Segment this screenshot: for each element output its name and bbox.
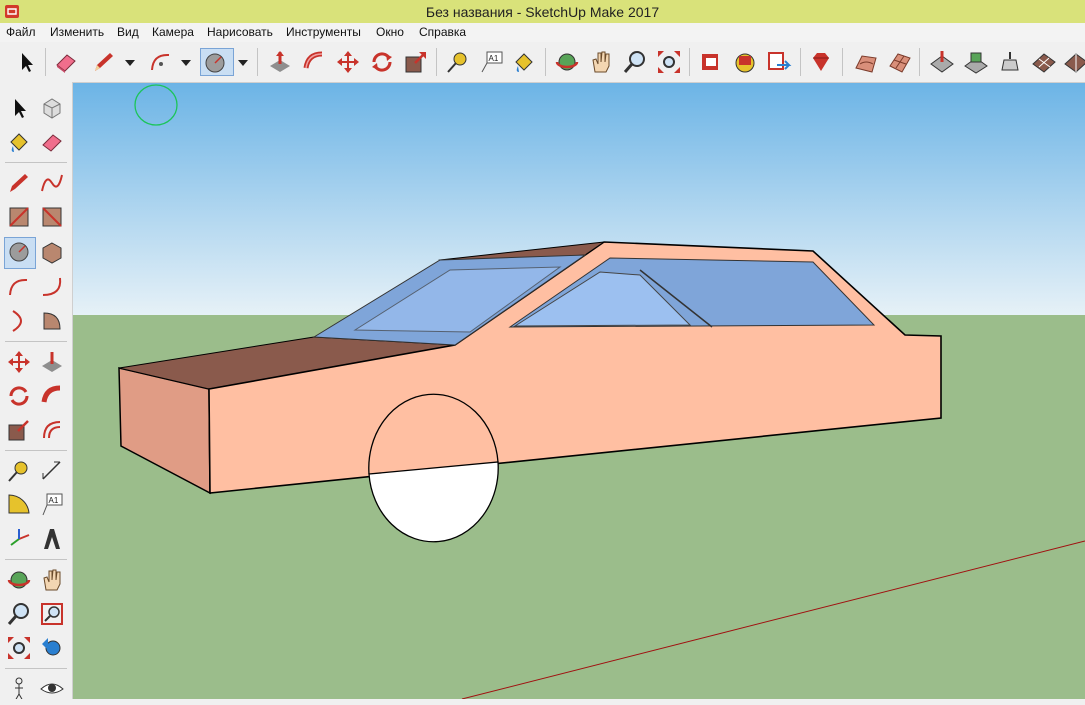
toolbar-separator <box>919 48 920 76</box>
eraser-icon[interactable] <box>52 48 80 76</box>
large-tool-set: A1 <box>0 82 73 705</box>
paint-bucket-icon[interactable] <box>510 48 538 76</box>
zoom-extents-icon[interactable] <box>5 634 33 662</box>
rotated-rectangle-icon[interactable] <box>38 203 66 231</box>
zoom-icon[interactable] <box>5 600 33 628</box>
menu-help[interactable]: Справка <box>419 25 466 39</box>
circle-dropdown-icon[interactable] <box>238 60 248 66</box>
drawing-area[interactable] <box>73 83 1085 699</box>
drape-icon[interactable] <box>996 48 1024 76</box>
pie-icon[interactable] <box>38 307 66 335</box>
arc-dropdown-icon[interactable] <box>181 60 191 66</box>
eraser-icon[interactable] <box>38 128 66 156</box>
scale-icon[interactable] <box>402 48 430 76</box>
send-to-layout-icon[interactable] <box>765 48 793 76</box>
zoom-icon[interactable] <box>621 48 649 76</box>
arc-icon[interactable] <box>5 273 33 301</box>
circle-icon[interactable] <box>4 237 36 269</box>
text-tool-label: A1 <box>489 54 499 63</box>
pan-icon[interactable] <box>587 48 615 76</box>
push-pull-icon[interactable] <box>266 48 294 76</box>
text-icon[interactable]: A1 <box>478 48 506 76</box>
title-bar: Без названия - SketchUp Make 2017 <box>0 0 1085 23</box>
scale-icon[interactable] <box>5 416 33 444</box>
menu-camera[interactable]: Камера <box>152 25 194 39</box>
text-icon[interactable]: A1 <box>38 491 66 519</box>
two-point-arc-icon[interactable] <box>38 273 66 301</box>
pencil-icon[interactable] <box>90 48 118 76</box>
smoove-icon[interactable] <box>928 48 956 76</box>
flip-edge-icon[interactable] <box>1062 48 1085 76</box>
text-tool-label: A1 <box>49 496 59 505</box>
previous-view-icon[interactable] <box>38 634 66 662</box>
move-icon[interactable] <box>334 48 362 76</box>
toolbar-separator <box>545 48 546 76</box>
follow-me-icon[interactable] <box>300 48 328 76</box>
select-icon[interactable] <box>12 48 40 76</box>
zoom-window-icon[interactable] <box>38 600 66 628</box>
push-pull-icon[interactable] <box>38 348 66 376</box>
ruby-icon[interactable] <box>807 48 835 76</box>
freehand-icon[interactable] <box>38 169 66 197</box>
toolbar-separator <box>5 341 67 342</box>
axes-icon[interactable] <box>5 525 33 553</box>
zoom-extents-icon[interactable] <box>655 48 683 76</box>
tape-measure-icon[interactable] <box>5 457 33 485</box>
stamp-icon[interactable] <box>962 48 990 76</box>
orbit-icon[interactable] <box>553 48 581 76</box>
component-icon[interactable] <box>38 94 66 122</box>
menu-tools[interactable]: Инструменты <box>286 25 361 39</box>
rotate-icon[interactable] <box>368 48 396 76</box>
rotate-icon[interactable] <box>5 382 33 410</box>
toolbar-separator <box>842 48 843 76</box>
extension-warehouse-icon[interactable] <box>731 48 759 76</box>
circle-icon[interactable] <box>200 48 234 76</box>
status-bar <box>0 699 1085 705</box>
select-icon[interactable] <box>5 94 33 122</box>
paint-bucket-icon[interactable] <box>5 128 33 156</box>
pencil-dropdown-icon[interactable] <box>125 60 135 66</box>
menu-view[interactable]: Вид <box>117 25 139 39</box>
toolbar-separator <box>800 48 801 76</box>
pencil-icon[interactable] <box>5 169 33 197</box>
follow-me-icon[interactable] <box>38 382 66 410</box>
menu-file[interactable]: Файл <box>6 25 36 39</box>
dimension-icon[interactable] <box>38 457 66 485</box>
toolbar-separator <box>257 48 258 76</box>
three-point-arc-icon[interactable] <box>5 307 33 335</box>
3d-text-icon[interactable] <box>38 525 66 553</box>
main-toolbar: A1 <box>0 42 1085 83</box>
toolbar-separator <box>5 668 67 669</box>
orbit-icon[interactable] <box>5 566 33 594</box>
toolbar-separator <box>5 559 67 560</box>
menu-edit[interactable]: Изменить <box>50 25 104 39</box>
offset-icon[interactable] <box>38 416 66 444</box>
toolbar-separator <box>45 48 46 76</box>
toolbar-separator <box>436 48 437 76</box>
toolbar-separator <box>5 162 67 163</box>
pan-icon[interactable] <box>38 566 66 594</box>
menu-window[interactable]: Окно <box>376 25 404 39</box>
menu-bar: Файл Изменить Вид Камера Нарисовать Инст… <box>0 23 1085 42</box>
toolbar-separator <box>5 450 67 451</box>
3d-warehouse-icon[interactable] <box>697 48 725 76</box>
sandbox-from-contours-icon[interactable] <box>852 48 880 76</box>
menu-draw[interactable]: Нарисовать <box>207 25 273 39</box>
arc-icon[interactable] <box>147 48 175 76</box>
window-title: Без названия - SketchUp Make 2017 <box>425 4 660 20</box>
sandbox-from-scratch-icon[interactable] <box>886 48 914 76</box>
tape-measure-icon[interactable] <box>444 48 472 76</box>
polygon-icon[interactable] <box>38 239 66 267</box>
add-detail-icon[interactable] <box>1030 48 1058 76</box>
move-icon[interactable] <box>5 348 33 376</box>
rectangle-icon[interactable] <box>5 203 33 231</box>
toolbar-separator <box>689 48 690 76</box>
protractor-icon[interactable] <box>5 491 33 519</box>
